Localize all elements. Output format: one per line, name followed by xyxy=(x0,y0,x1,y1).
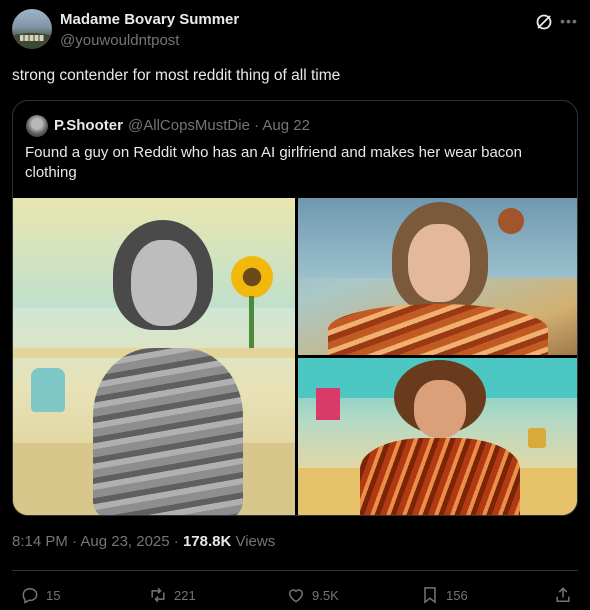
mug xyxy=(528,428,546,448)
reply-icon xyxy=(22,587,38,604)
sunflower-stem xyxy=(249,296,254,348)
heart-icon xyxy=(288,589,304,603)
quoted-display-name[interactable]: P.Shooter xyxy=(54,117,123,134)
like-button[interactable]: 9.5K xyxy=(286,584,339,606)
sunflower xyxy=(231,256,273,298)
views-label: Views xyxy=(231,533,276,550)
like-count: 9.5K xyxy=(312,587,339,603)
woman-face xyxy=(408,224,470,302)
avatar[interactable] xyxy=(12,9,52,49)
views-count: 178.8K xyxy=(182,533,232,550)
divider xyxy=(12,570,578,571)
tweet-meta: 8:14 PM · Aug 23, 2025 · 178.8K Views xyxy=(12,533,275,550)
bacon-top xyxy=(328,304,548,355)
wall-poster xyxy=(316,388,340,420)
grok-icon[interactable] xyxy=(534,12,554,32)
repost-icon xyxy=(151,587,165,603)
reply-button[interactable]: 15 xyxy=(20,584,60,606)
tweet[interactable]: Madame Bovary Summer @youwouldntpost •••… xyxy=(0,0,590,610)
bookmark-icon xyxy=(424,587,436,604)
quoted-handle-date[interactable]: @AllCopsMustDie · Aug 22 xyxy=(128,117,310,134)
kettle xyxy=(31,368,65,412)
author-display-name[interactable]: Madame Bovary Summer xyxy=(60,11,239,28)
quoted-avatar[interactable] xyxy=(26,115,48,137)
bookmark-count: 156 xyxy=(446,587,468,603)
tweet-text: strong contender for most reddit thing o… xyxy=(12,67,341,84)
bacon-dress xyxy=(360,438,520,515)
bacon-dress xyxy=(93,348,243,515)
hanging-pan xyxy=(498,208,524,234)
quoted-image-2[interactable] xyxy=(298,198,577,355)
bookmark-button[interactable]: 156 xyxy=(420,584,468,606)
reply-count: 15 xyxy=(46,587,61,603)
quoted-tweet[interactable]: P.Shooter @AllCopsMustDie · Aug 22 Found… xyxy=(12,100,578,516)
woman-face xyxy=(131,240,197,326)
repost-button[interactable]: 221 xyxy=(148,584,196,606)
avatar-village xyxy=(20,35,44,41)
quoted-image-1[interactable] xyxy=(13,198,295,515)
quoted-image-3[interactable] xyxy=(298,358,577,515)
author-handle[interactable]: @youwouldntpost xyxy=(60,32,179,49)
share-icon xyxy=(556,587,570,602)
woman-face xyxy=(414,380,466,438)
timestamp[interactable]: 8:14 PM · Aug 23, 2025 · xyxy=(12,533,183,550)
more-icon[interactable]: ••• xyxy=(558,10,580,32)
quoted-text: Found a guy on Reddit who has an AI girl… xyxy=(25,144,522,181)
share-button[interactable] xyxy=(553,584,579,606)
repost-count: 221 xyxy=(174,587,196,603)
